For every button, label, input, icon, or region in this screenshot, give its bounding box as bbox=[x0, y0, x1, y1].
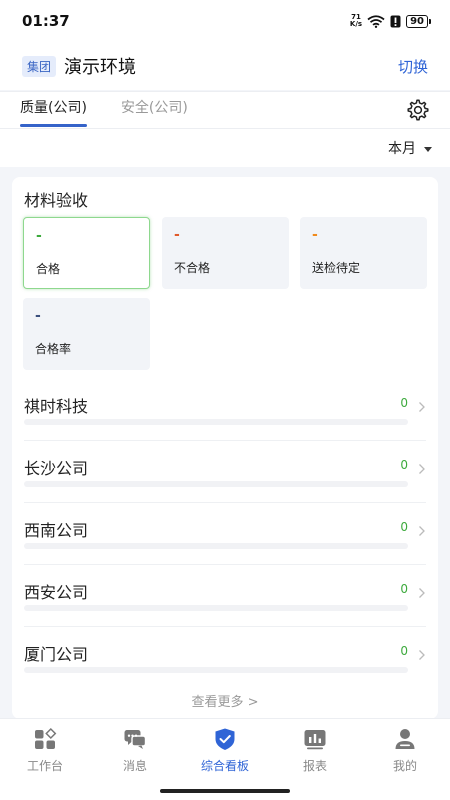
chevron-right-icon bbox=[419, 464, 425, 474]
org-name: 演示环境 bbox=[64, 57, 137, 78]
tab-safety[interactable]: 安全(公司) bbox=[121, 91, 188, 129]
nav-label: 工作台 bbox=[26, 759, 63, 773]
company-name: 厦门公司 bbox=[24, 645, 89, 664]
stat-pass-value: - bbox=[36, 228, 42, 244]
network-speed: 71 K/s bbox=[350, 14, 362, 28]
company-row[interactable]: 长沙公司 0 bbox=[24, 441, 426, 503]
nav-label: 我的 bbox=[392, 759, 417, 773]
stat-fail-label: 不合格 bbox=[174, 261, 211, 275]
company-name: 祺时科技 bbox=[24, 397, 89, 416]
nav-dashboard[interactable]: 综合看板 bbox=[180, 719, 270, 779]
stat-pending-label: 送检待定 bbox=[312, 261, 361, 275]
company-count: 0 bbox=[400, 458, 408, 472]
profile-icon bbox=[395, 729, 415, 749]
nav-profile[interactable]: 我的 bbox=[360, 719, 450, 779]
settings-gear-icon[interactable] bbox=[406, 98, 430, 122]
stat-pass[interactable]: - 合格 bbox=[23, 217, 150, 289]
org-level-badge: 集团 bbox=[22, 55, 57, 77]
chevron-right-icon bbox=[419, 402, 425, 412]
report-icon bbox=[304, 730, 326, 750]
dashboard-shield-icon bbox=[215, 728, 235, 750]
company-row[interactable]: 厦门公司 0 bbox=[24, 627, 426, 689]
company-count: 0 bbox=[400, 520, 408, 534]
tab-bar: 质量(公司) 安全(公司) bbox=[0, 91, 450, 129]
view-more-link[interactable]: 查看更多 > bbox=[12, 691, 438, 710]
chevron-right-icon bbox=[419, 588, 425, 598]
stat-pass-label: 合格 bbox=[36, 262, 61, 276]
stat-pass-rate[interactable]: - 合格率 bbox=[23, 298, 150, 370]
home-indicator bbox=[160, 789, 290, 793]
stat-pending[interactable]: - 送检待定 bbox=[300, 217, 427, 289]
period-dropdown[interactable]: 本月 bbox=[388, 138, 432, 158]
bottom-nav: 工作台 消息 综合看板 报表 我的 bbox=[0, 718, 450, 800]
card-title: 材料验收 bbox=[24, 191, 89, 210]
chevron-right-icon bbox=[419, 650, 425, 660]
company-row[interactable]: 西安公司 0 bbox=[24, 565, 426, 627]
tab-quality[interactable]: 质量(公司) bbox=[20, 91, 87, 129]
status-time: 01:37 bbox=[22, 12, 70, 30]
company-progress-bar bbox=[24, 481, 408, 487]
nav-label: 消息 bbox=[122, 759, 147, 773]
company-count: 0 bbox=[400, 644, 408, 658]
stat-fail-value: - bbox=[174, 227, 180, 243]
wifi-icon bbox=[367, 14, 385, 28]
nav-label: 报表 bbox=[302, 759, 327, 773]
network-speed-unit: K/s bbox=[349, 20, 363, 28]
stat-pass-rate-value: - bbox=[35, 308, 41, 324]
nav-message[interactable]: 消息 bbox=[90, 719, 180, 779]
stat-fail[interactable]: - 不合格 bbox=[162, 217, 289, 289]
message-icon bbox=[124, 730, 147, 749]
company-name: 西南公司 bbox=[24, 521, 89, 540]
nav-workbench[interactable]: 工作台 bbox=[0, 719, 90, 779]
company-name: 西安公司 bbox=[24, 583, 89, 602]
alert-icon bbox=[390, 15, 401, 27]
period-filter-row: 本月 bbox=[0, 129, 450, 167]
company-progress-bar bbox=[24, 419, 408, 425]
company-progress-bar bbox=[24, 605, 408, 611]
status-icons: 71 K/s 90 bbox=[350, 14, 431, 28]
nav-report[interactable]: 报表 bbox=[270, 719, 360, 779]
period-selected-label: 本月 bbox=[388, 141, 416, 157]
battery-indicator: 90 bbox=[406, 14, 431, 28]
workbench-icon bbox=[35, 727, 57, 749]
company-row[interactable]: 西南公司 0 bbox=[24, 503, 426, 565]
chevron-right-icon bbox=[419, 526, 425, 536]
stat-pending-value: - bbox=[312, 227, 318, 243]
company-name: 长沙公司 bbox=[24, 459, 89, 478]
app-header: 集团 演示环境 切换 bbox=[0, 42, 450, 90]
company-progress-bar bbox=[24, 667, 408, 673]
company-progress-bar bbox=[24, 543, 408, 549]
caret-down-icon bbox=[424, 146, 432, 152]
company-count: 0 bbox=[400, 396, 408, 410]
status-bar: 01:37 71 K/s 90 bbox=[0, 0, 450, 42]
switch-org-button[interactable]: 切换 bbox=[398, 56, 428, 77]
company-count: 0 bbox=[400, 582, 408, 596]
material-acceptance-card: 材料验收 - 合格 - 不合格 - 送检待定 - 合格率 祺时科技 0 长沙公司… bbox=[12, 177, 438, 719]
nav-label: 综合看板 bbox=[200, 759, 249, 773]
stat-pass-rate-label: 合格率 bbox=[35, 342, 72, 356]
company-row[interactable]: 祺时科技 0 bbox=[24, 379, 426, 441]
